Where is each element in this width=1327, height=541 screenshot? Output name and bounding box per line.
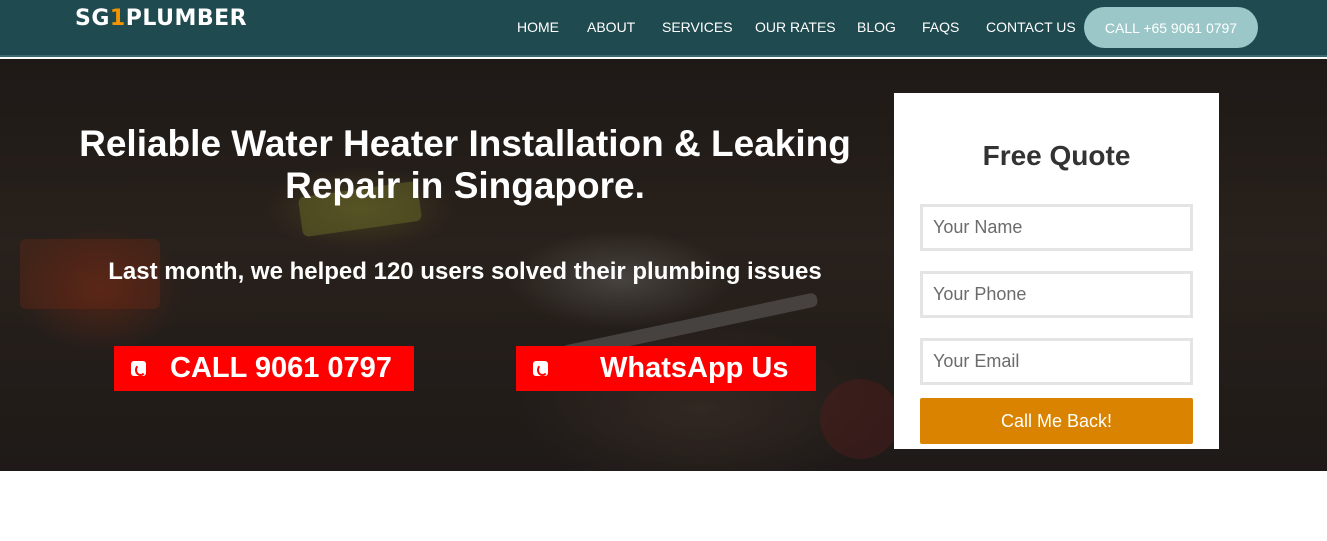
- whatsapp-cta-label: WhatsApp Us: [600, 352, 789, 384]
- logo-text-highlight: 1: [109, 6, 126, 31]
- quote-form-title: Free Quote: [982, 140, 1131, 171]
- nav-services[interactable]: SERVICES: [662, 19, 733, 35]
- call-me-back-button[interactable]: Call Me Back!: [920, 398, 1193, 444]
- logo-text-suffix: PLUMBER: [125, 6, 248, 31]
- phone-input[interactable]: [920, 271, 1193, 318]
- hero-section: Reliable Water Heater Installation & Lea…: [0, 59, 1327, 471]
- nav-faqs[interactable]: FAQS: [922, 19, 959, 35]
- logo-text-prefix: SG: [75, 6, 110, 31]
- whatsapp-cta-button[interactable]: WhatsApp Us: [516, 346, 816, 391]
- email-input[interactable]: [920, 338, 1193, 385]
- hero-subtitle: Last month, we helped 120 users solved t…: [108, 258, 822, 285]
- free-quote-form: Free Quote Call Me Back!: [894, 93, 1219, 449]
- site-header: SG1PLUMBER HOME ABOUT SERVICES OUR RATES…: [0, 0, 1327, 57]
- site-logo[interactable]: SG1PLUMBER: [75, 6, 247, 31]
- nav-home[interactable]: HOME: [517, 19, 559, 35]
- nav-about[interactable]: ABOUT: [587, 19, 635, 35]
- nav-blog[interactable]: BLOG: [857, 19, 896, 35]
- nav-contact-us[interactable]: CONTACT US: [986, 19, 1076, 35]
- phone-icon: [131, 361, 146, 376]
- whatsapp-icon: [533, 361, 548, 376]
- call-cta-label: CALL 9061 0797: [170, 352, 392, 384]
- name-input[interactable]: [920, 204, 1193, 251]
- hero-title: Reliable Water Heater Installation & Lea…: [79, 123, 851, 206]
- call-cta-button[interactable]: CALL 9061 0797: [114, 346, 414, 391]
- nav-our-rates[interactable]: OUR RATES: [755, 19, 836, 35]
- header-call-button[interactable]: CALL +65 9061 0797: [1084, 7, 1258, 48]
